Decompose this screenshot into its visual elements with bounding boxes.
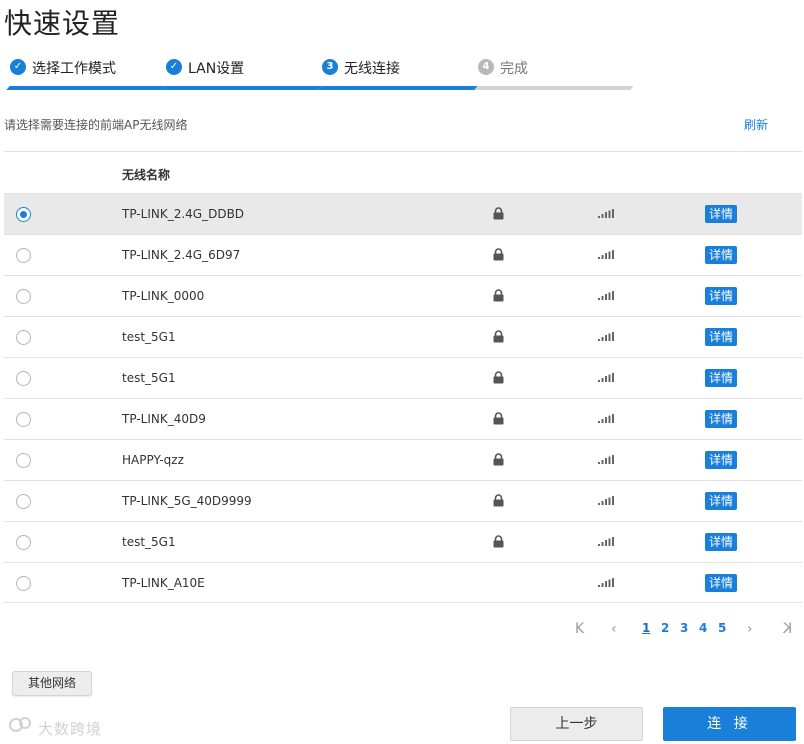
signal-icon <box>598 209 614 218</box>
prev-step-button[interactable]: 上一步 <box>510 707 643 741</box>
network-radio[interactable] <box>16 371 31 386</box>
details-button[interactable]: 详情 <box>705 533 737 551</box>
step-finish: 4 完成 <box>474 56 634 92</box>
step-label: 选择工作模式 <box>32 61 116 77</box>
network-ssid: HAPPY-qzz <box>122 453 184 467</box>
details-button[interactable]: 详情 <box>705 205 737 223</box>
table-row[interactable]: TP-LINK_0000 详情 <box>4 275 802 316</box>
signal-icon <box>598 414 614 423</box>
signal-icon <box>598 250 614 259</box>
table-row[interactable]: test_5G1 详情 <box>4 357 802 398</box>
network-radio[interactable] <box>16 412 31 427</box>
lock-icon <box>493 289 504 302</box>
lock-icon <box>493 330 504 343</box>
signal-icon <box>598 455 614 464</box>
step-bar <box>6 86 166 90</box>
network-radio[interactable] <box>16 494 31 509</box>
last-page-icon[interactable]: K <box>783 621 792 637</box>
table-row[interactable]: TP-LINK_40D9 详情 <box>4 398 802 439</box>
details-button[interactable]: 详情 <box>705 287 737 305</box>
step-label: 完成 <box>500 61 528 77</box>
network-ssid: test_5G1 <box>122 330 176 344</box>
step-label: 无线连接 <box>344 61 400 77</box>
step-wireless: 3 无线连接 <box>318 56 478 92</box>
details-button[interactable]: 详情 <box>705 574 737 592</box>
signal-icon <box>598 537 614 546</box>
signal-icon <box>598 332 614 341</box>
details-button[interactable]: 详情 <box>705 451 737 469</box>
page-1[interactable]: 1 <box>642 621 650 635</box>
step-bar <box>318 86 478 90</box>
network-table: 无线名称 TP-LINK_2.4G_DDBD 详情 TP-LINK_2.4G_6D9… <box>4 151 802 603</box>
instruction-text: 请选择需要连接的前端AP无线网络 <box>4 118 188 132</box>
page-2[interactable]: 2 <box>661 621 669 635</box>
network-radio[interactable] <box>16 576 31 591</box>
details-button[interactable]: 详情 <box>705 492 737 510</box>
network-ssid: TP-LINK_0000 <box>122 289 205 303</box>
step-number-badge: 3 <box>322 59 338 75</box>
network-ssid: TP-LINK_2.4G_6D97 <box>122 248 241 262</box>
prev-page-icon[interactable]: ‹ <box>611 621 617 637</box>
page-title: 快速设置 <box>4 7 121 40</box>
details-button[interactable]: 详情 <box>705 369 737 387</box>
signal-icon <box>598 291 614 300</box>
lock-icon <box>493 371 504 384</box>
first-page-icon[interactable]: K <box>575 621 584 637</box>
watermark-logo: 大数跨境 <box>8 714 108 738</box>
network-ssid: test_5G1 <box>122 535 176 549</box>
network-ssid: TP-LINK_A10E <box>122 576 205 590</box>
table-row[interactable]: TP-LINK_A10E 详情 <box>4 562 802 603</box>
lock-icon <box>493 535 504 548</box>
network-radio[interactable] <box>16 453 31 468</box>
table-header: 无线名称 <box>4 152 802 193</box>
other-networks-button[interactable]: 其他网络 <box>12 671 92 696</box>
table-row[interactable]: TP-LINK_5G_40D9999 详情 <box>4 480 802 521</box>
step-check-icon: ✓ <box>10 59 26 75</box>
refresh-link[interactable]: 刷新 <box>744 116 768 133</box>
watermark-logo-icon <box>9 717 31 732</box>
network-radio[interactable] <box>16 535 31 550</box>
network-ssid: TP-LINK_2.4G_DDBD <box>122 207 245 221</box>
page-4[interactable]: 4 <box>699 621 707 635</box>
details-button[interactable]: 详情 <box>705 246 737 264</box>
lock-icon <box>493 248 504 261</box>
step-bar <box>162 86 322 90</box>
page-3[interactable]: 3 <box>680 621 688 635</box>
lock-icon <box>493 412 504 425</box>
signal-icon <box>598 496 614 505</box>
step-work-mode: ✓ 选择工作模式 <box>6 56 166 92</box>
step-lan: ✓ LAN设置 <box>162 56 322 92</box>
details-button[interactable]: 详情 <box>705 328 737 346</box>
step-number-badge: 4 <box>478 59 494 75</box>
network-radio[interactable] <box>16 330 31 345</box>
network-ssid: TP-LINK_5G_40D9999 <box>122 494 252 508</box>
lock-icon <box>493 453 504 466</box>
table-row[interactable]: HAPPY-qzz 详情 <box>4 439 802 480</box>
network-radio[interactable] <box>16 248 31 263</box>
network-radio[interactable] <box>16 207 31 222</box>
column-header-ssid: 无线名称 <box>122 168 171 182</box>
step-progress: ✓ 选择工作模式 ✓ LAN设置 3 无线连接 4 完成 <box>4 56 634 92</box>
table-row[interactable]: test_5G1 详情 <box>4 316 802 357</box>
page-5[interactable]: 5 <box>718 621 726 635</box>
step-check-icon: ✓ <box>166 59 182 75</box>
table-row[interactable]: test_5G1 详情 <box>4 521 802 562</box>
pagination: K ‹ 1 2 3 4 5 › K <box>0 621 804 639</box>
watermark-text: 大数跨境 <box>38 720 103 738</box>
table-row[interactable]: TP-LINK_2.4G_6D97 详情 <box>4 234 802 275</box>
network-radio[interactable] <box>16 289 31 304</box>
network-ssid: test_5G1 <box>122 371 176 385</box>
connect-button[interactable]: 连 接 <box>663 707 796 741</box>
network-ssid: TP-LINK_40D9 <box>122 412 206 426</box>
lock-icon <box>493 494 504 507</box>
table-row[interactable]: TP-LINK_2.4G_DDBD 详情 <box>4 193 802 234</box>
signal-icon <box>598 578 614 587</box>
signal-icon <box>598 373 614 382</box>
lock-icon <box>493 207 504 220</box>
next-page-icon[interactable]: › <box>747 621 753 637</box>
details-button[interactable]: 详情 <box>705 410 737 428</box>
step-label: LAN设置 <box>188 61 245 77</box>
step-bar <box>474 86 634 90</box>
